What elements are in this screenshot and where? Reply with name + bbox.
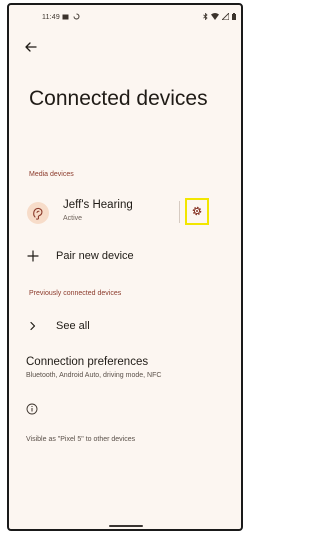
ear-icon [33,207,43,220]
media-devices-header: Media devices [29,171,74,178]
previously-connected-header: Previously connected devices [29,290,122,297]
see-all-label: See all [56,320,90,332]
device-row-jeffs-hearing[interactable]: Jeff's Hearing Active [9,191,241,237]
battery-icon [232,13,236,20]
pair-new-device-row[interactable]: Pair new device [9,243,241,269]
device-status: Active [63,215,83,222]
back-arrow-icon [25,42,37,52]
status-time: 11:49 [42,14,60,21]
connection-preferences-row[interactable]: Connection preferences Bluetooth, Androi… [9,352,241,386]
phone-screen: 11:49 Connected devices Media devices Je… [7,3,243,531]
sync-icon [73,13,80,20]
status-notification-icons [62,13,80,20]
connection-preferences-title: Connection preferences [26,356,149,368]
signal-icon [222,13,229,20]
see-all-row[interactable]: See all [9,313,241,339]
page-title: Connected devices [29,87,208,110]
bluetooth-icon [203,13,208,20]
device-name: Jeff's Hearing [63,199,133,211]
device-avatar [27,202,49,224]
message-icon [62,14,69,19]
status-bar: 11:49 [9,5,241,31]
divider [179,201,180,223]
back-button[interactable] [21,37,41,57]
chevron-right-icon [30,321,36,331]
device-settings-button[interactable] [185,198,209,225]
info-icon [26,403,38,415]
status-system-icons [203,13,236,20]
wifi-icon [211,13,219,20]
connection-preferences-subtitle: Bluetooth, Android Auto, driving mode, N… [26,372,162,379]
visible-as-text: Visible as "Pixel 5" to other devices [26,436,136,443]
pair-new-device-label: Pair new device [56,250,134,262]
gesture-nav-handle[interactable] [109,525,143,527]
plus-icon [27,250,39,262]
gear-icon [192,206,202,216]
